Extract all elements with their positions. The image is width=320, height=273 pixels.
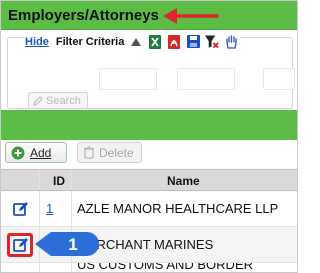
filter-field[interactable] xyxy=(263,68,295,90)
row-name: AZLE MANOR HEALTHCARE LLP xyxy=(77,201,279,216)
search-button-label: Search xyxy=(46,94,81,107)
panel-header: Employers/Attorneys xyxy=(1,1,297,30)
filter-toolbar: Hide Filter Criteria xyxy=(25,33,241,50)
filter-field[interactable] xyxy=(99,68,157,90)
row-id-link[interactable]: 1 xyxy=(46,201,53,216)
search-button[interactable]: Search xyxy=(28,92,88,109)
column-divider xyxy=(39,170,40,190)
annotation-callout-icon: 1 xyxy=(35,232,99,256)
pan-hand-icon[interactable] xyxy=(224,34,238,49)
search-pencil-icon xyxy=(33,95,43,106)
delete-button-label: Delete xyxy=(99,145,134,160)
annotation-arrow-icon xyxy=(163,8,219,24)
column-divider xyxy=(39,191,40,226)
save-icon[interactable] xyxy=(186,35,200,49)
row-name: US CUSTOMS AND BORDER xyxy=(77,263,254,272)
column-divider xyxy=(39,263,40,272)
trash-icon xyxy=(84,146,94,159)
edit-icon[interactable] xyxy=(13,201,29,217)
column-divider xyxy=(71,263,72,272)
column-header-name[interactable]: Name xyxy=(167,174,200,188)
column-header-id[interactable]: ID xyxy=(53,174,65,188)
clear-filter-icon[interactable] xyxy=(205,34,220,49)
annotation-step-number: 1 xyxy=(68,235,77,254)
table-row: 1 AZLE MANOR HEALTHCARE LLP xyxy=(1,191,297,227)
table-header-row: ID Name xyxy=(1,169,297,191)
page-title: Employers/Attorneys xyxy=(8,7,159,24)
employers-attorneys-panel: Employers/Attorneys Hide Filter Criteria xyxy=(0,0,298,273)
table-row: US CUSTOMS AND BORDER xyxy=(1,263,297,272)
filter-field[interactable] xyxy=(177,68,235,90)
pdf-export-icon[interactable] xyxy=(167,34,181,49)
column-divider xyxy=(71,170,72,190)
hide-filter-link[interactable]: Hide xyxy=(25,36,49,48)
toolbar-band xyxy=(1,110,297,140)
filter-criteria-label: Filter Criteria xyxy=(55,35,125,48)
action-buttons-row: Add Delete xyxy=(1,140,297,168)
excel-export-icon[interactable] xyxy=(148,34,162,49)
add-button[interactable]: Add xyxy=(5,142,67,163)
delete-button[interactable]: Delete xyxy=(77,142,142,163)
column-divider xyxy=(71,191,72,226)
add-button-label: Add xyxy=(30,145,52,160)
add-icon xyxy=(11,146,25,159)
collapse-caret-icon[interactable] xyxy=(129,35,143,49)
